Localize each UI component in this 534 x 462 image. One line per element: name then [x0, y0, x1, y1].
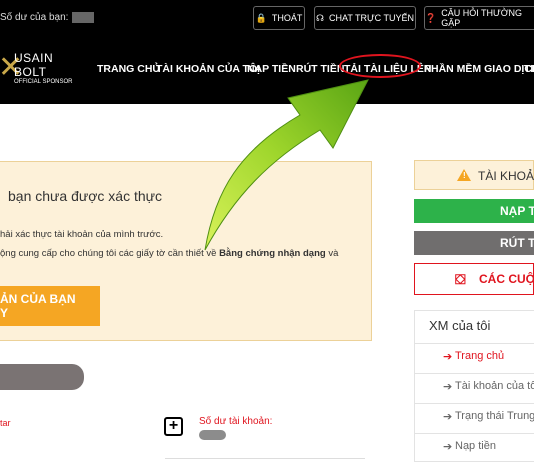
sidebar-account-label: TÀI KHOẢN [478, 169, 534, 183]
highlight-circle [339, 54, 421, 78]
lock-icon: 🔒 [255, 12, 267, 23]
alert-line-2-prefix: ộng cung cấp cho chúng tôi các giấy tờ c… [0, 248, 220, 259]
balance-masked-value [72, 12, 95, 23]
sidebar-account-warning[interactable]: ! TÀI KHOẢN [414, 160, 534, 190]
masked-account-pill [0, 364, 84, 390]
menu-item-label: Trang chủ [455, 350, 505, 362]
red-label-left: tar [0, 418, 11, 428]
nav-more[interactable]: TI [524, 63, 533, 75]
arrow-right-icon: ➔ [443, 381, 453, 393]
arrow-right-icon: ➔ [443, 441, 453, 453]
account-balance-masked [199, 430, 226, 440]
stadium-icon: ⛋ [455, 271, 466, 287]
sidebar-withdraw-button[interactable]: RÚT T [414, 231, 534, 255]
arrow-right-icon: ➔ [443, 351, 453, 363]
menu-item-accounts[interactable]: ➔ Tài khoản của tô [415, 373, 534, 400]
expand-plus-icon[interactable]: + [164, 417, 183, 436]
alert-line-2: ộng cung cấp cho chúng tôi các giấy tờ c… [0, 248, 338, 259]
menu-item-label: Tài khoản của tô [455, 380, 534, 392]
logo-line-1: USAIN [14, 51, 54, 65]
nav-trading-software[interactable]: PHẦN MỀM GIAO DỊCH [424, 63, 534, 75]
menu-item-home[interactable]: ➔ Trang chủ [415, 343, 534, 370]
verify-button-line-1: ẢN CỦA BẠN [0, 292, 76, 306]
verify-button-line-2: Y [0, 306, 9, 320]
sidebar-competitions-button[interactable]: ⛋ CÁC CUỘC [414, 263, 534, 295]
menu-title: XM của tôi [429, 318, 491, 333]
header-balance-label: Số dư của bạn: [0, 12, 69, 24]
logout-button[interactable]: 🔒 THOÁT [253, 6, 305, 30]
sidebar-withdraw-label: RÚT T [500, 236, 534, 250]
alert-line-2-bold: Bằng chứng nhận dạng [219, 248, 326, 259]
live-chat-label: CHAT TRỰC TUYẾN [328, 13, 415, 23]
nav-my-account[interactable]: TÀI KHOẢN CỦA TÔI [156, 63, 260, 75]
nav-home[interactable]: TRANG CHỦ [97, 63, 160, 75]
logo-line-2: BOLT [14, 65, 47, 79]
arrow-right-icon: ➔ [443, 411, 453, 423]
account-balance-label: Số dư tài khoản: [199, 416, 273, 427]
alert-line-2-suffix: và [325, 248, 339, 259]
logo-line-3: OFFICIAL SPONSOR [14, 79, 73, 85]
faq-label: CÂU HỎI THƯỜNG GẶP [441, 8, 522, 28]
sidebar-deposit-label: NẠP T [500, 204, 534, 218]
usain-bolt-logo[interactable]: ✕ USAIN BOLT OFFICIAL SPONSOR [0, 48, 80, 90]
nav-deposit[interactable]: NẠP TIỀN [247, 63, 296, 75]
verify-account-button[interactable]: ẢN CỦA BẠN Y [0, 286, 100, 326]
logout-label: THOÁT [271, 13, 303, 23]
my-xm-menu: XM của tôi ➔ Trang chủ ➔ Tài khoản của t… [414, 310, 534, 462]
alert-title: bạn chưa được xác thực [8, 188, 163, 204]
menu-item-label: Nạp tiền [455, 440, 496, 452]
menu-item-label: Trạng thái Trung [455, 410, 534, 422]
warning-icon: ! [457, 169, 471, 181]
divider [165, 458, 365, 459]
question-icon: ❓ [425, 12, 437, 23]
menu-item-deposit[interactable]: ➔ Nạp tiền [415, 433, 534, 460]
header-balance: Số dư của bạn: [0, 12, 95, 24]
nav-withdraw[interactable]: RÚT TIỀN [296, 63, 344, 75]
live-chat-button[interactable]: ☊ CHAT TRỰC TUYẾN [314, 6, 416, 30]
faq-button[interactable]: ❓ CÂU HỎI THƯỜNG GẶP [424, 6, 534, 30]
alert-line-1: hải xác thực tài khoản của mình trước. [0, 229, 164, 240]
menu-item-status[interactable]: ➔ Trạng thái Trung [415, 403, 534, 430]
headset-icon: ☊ [315, 12, 324, 23]
sidebar-competitions-label: CÁC CUỘC [479, 272, 534, 286]
site-header: Số dư của bạn: 🔒 THOÁT ☊ CHAT TRỰC TUYẾN… [0, 0, 534, 104]
sidebar-deposit-button[interactable]: NẠP T [414, 199, 534, 223]
